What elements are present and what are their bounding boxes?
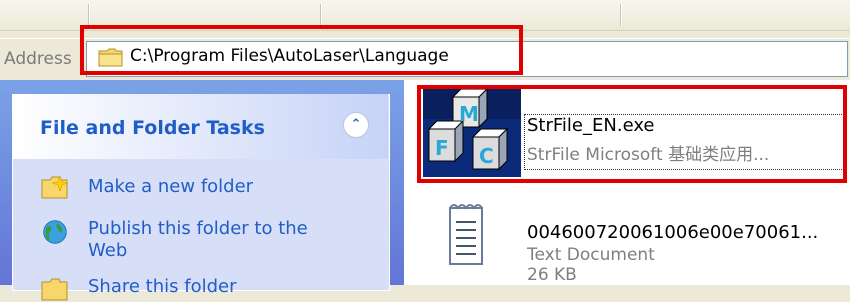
toolbar-separator [320,4,322,26]
task-publish-folder-web[interactable]: Publish this folder to the Web [88,218,338,262]
share-folder-icon [41,278,68,301]
publish-web-icon [43,220,67,244]
highlight-box-address [80,25,523,75]
file-size-label: 26 KB [527,265,577,285]
toolbar-separator [88,4,90,26]
collapse-chevron-icon[interactable]: ⌃ [343,112,369,138]
task-make-new-folder[interactable]: Make a new folder [88,176,253,198]
task-share-folder[interactable]: Share this folder [88,276,236,298]
toolbar-separator [620,4,622,26]
new-folder-icon [41,175,69,199]
file-name-text-document[interactable]: 004600720061006e00e70061... [527,222,818,243]
address-label: Address [4,49,72,69]
file-type-label: Text Document [527,245,655,265]
highlight-box-file [417,85,847,183]
text-document-icon[interactable] [446,200,488,268]
file-folder-tasks-title[interactable]: File and Folder Tasks [40,117,265,139]
